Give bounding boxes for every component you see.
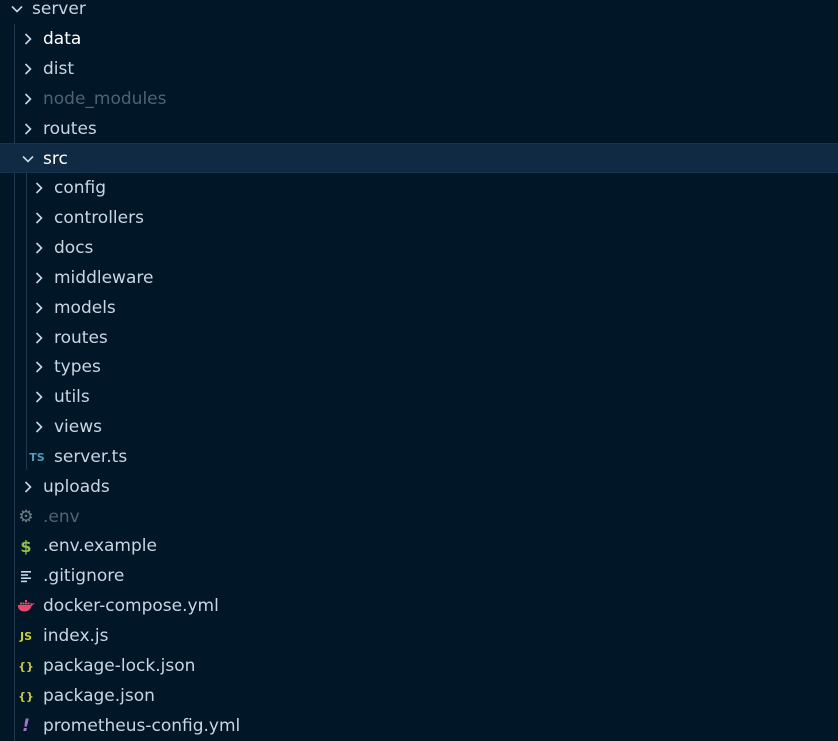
folder-label: routes	[43, 119, 97, 139]
folder-label: controllers	[54, 208, 144, 228]
folder-row-controllers[interactable]: controllers	[0, 203, 838, 233]
file-row-docker-compose-yml[interactable]: docker-compose.yml	[0, 591, 838, 621]
file-row-index-js[interactable]: JS index.js	[0, 621, 838, 651]
chevron-right-icon	[31, 233, 47, 263]
chevron-right-icon	[31, 293, 47, 323]
file-row-env-example[interactable]: $ .env.example	[0, 531, 838, 561]
dollar-icon: $	[20, 536, 32, 556]
folder-label: utils	[54, 387, 90, 407]
chevron-right-icon	[31, 352, 47, 382]
docker-icon	[17, 591, 35, 621]
file-row-package-lock-json[interactable]: {} package-lock.json	[0, 651, 838, 681]
folder-label: dist	[43, 59, 75, 79]
folder-row-utils[interactable]: utils	[0, 382, 838, 412]
chevron-right-icon	[31, 203, 47, 233]
file-label: index.js	[43, 626, 109, 646]
folder-label: views	[54, 417, 103, 437]
chevron-right-icon	[20, 472, 36, 502]
folder-row-docs[interactable]: docs	[0, 233, 838, 263]
folder-row-server[interactable]: server	[0, 0, 838, 24]
folder-row-uploads[interactable]: uploads	[0, 472, 838, 502]
file-row-env[interactable]: ⚙ .env	[0, 502, 838, 532]
folder-label: node_modules	[43, 89, 167, 109]
chevron-right-icon	[20, 84, 36, 114]
typescript-icon: TS	[29, 450, 45, 464]
folder-row-config[interactable]: config	[0, 173, 838, 203]
folder-label: data	[43, 29, 82, 49]
folder-label: uploads	[43, 477, 110, 497]
file-row-server-ts[interactable]: TS server.ts	[0, 442, 838, 472]
lines-icon	[17, 561, 35, 591]
chevron-right-icon	[20, 24, 36, 54]
folder-row-routes[interactable]: routes	[0, 114, 838, 144]
exclamation-icon: !	[22, 716, 30, 736]
chevron-right-icon	[31, 412, 47, 442]
folder-label: middleware	[54, 268, 154, 288]
folder-row-node-modules[interactable]: node_modules	[0, 84, 838, 114]
folder-label: config	[54, 178, 107, 198]
json-braces-icon: {}	[18, 659, 34, 673]
javascript-icon: JS	[19, 629, 32, 643]
folder-row-models[interactable]: models	[0, 293, 838, 323]
chevron-right-icon	[20, 54, 36, 84]
folder-label: src	[43, 149, 68, 169]
file-label: prometheus-config.yml	[43, 716, 241, 736]
folder-label: models	[54, 298, 116, 318]
file-label: .env.example	[43, 536, 157, 556]
folder-row-routes[interactable]: routes	[0, 323, 838, 353]
folder-row-data[interactable]: data	[0, 24, 838, 54]
file-label: .gitignore	[43, 566, 125, 586]
file-row-gitignore[interactable]: .gitignore	[0, 561, 838, 591]
chevron-right-icon	[31, 263, 47, 293]
file-explorer: server data dist node_modulesroutes src conf…	[0, 0, 838, 741]
folder-label: docs	[54, 238, 94, 258]
file-label: package-lock.json	[43, 656, 196, 676]
folder-row-middleware[interactable]: middleware	[0, 263, 838, 293]
folder-row-types[interactable]: types	[0, 352, 838, 382]
file-row-package-json[interactable]: {} package.json	[0, 681, 838, 711]
folder-label: server	[32, 0, 86, 19]
vertical-scrollbar[interactable]	[810, 0, 838, 741]
json-braces-icon: {}	[18, 689, 34, 703]
file-label: .env	[43, 507, 80, 527]
chevron-right-icon	[31, 173, 47, 203]
folder-label: routes	[54, 328, 108, 348]
file-label: package.json	[43, 686, 155, 706]
folder-row-views[interactable]: views	[0, 412, 838, 442]
chevron-right-icon	[31, 382, 47, 412]
file-label: docker-compose.yml	[43, 596, 219, 616]
chevron-right-icon	[31, 323, 47, 353]
file-label: server.ts	[54, 447, 128, 467]
chevron-right-icon	[20, 114, 36, 144]
chevron-down-icon	[9, 0, 25, 24]
folder-row-dist[interactable]: dist	[0, 54, 838, 84]
chevron-down-icon	[20, 144, 36, 174]
folder-label: types	[54, 357, 101, 377]
folder-row-src[interactable]: src	[0, 143, 838, 173]
gear-icon: ⚙	[18, 507, 34, 527]
file-row-prometheus-config-yml[interactable]: ! prometheus-config.yml	[0, 711, 838, 741]
